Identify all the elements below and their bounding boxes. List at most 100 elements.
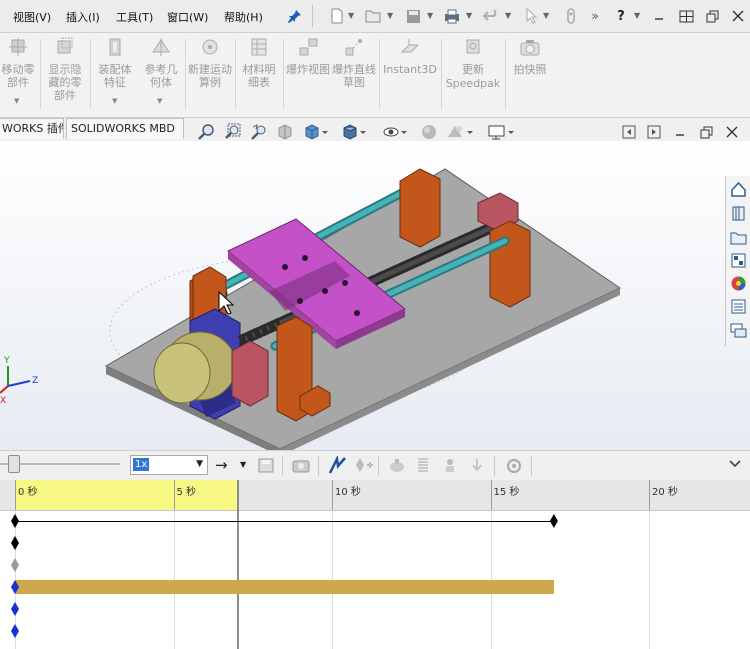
- reference-geometry-button[interactable]: 参考几何体: [140, 37, 182, 89]
- timeline-tick-label: 10 秒: [335, 487, 361, 498]
- motion-timeline[interactable]: 0 秒 5 秒 10 秒 15 秒 20 秒: [0, 480, 750, 649]
- playback-mode-icon[interactable]: →: [215, 456, 233, 474]
- triad-y-label: Y: [3, 356, 10, 366]
- new-document-icon[interactable]: [328, 7, 346, 25]
- explode-line-sketch-button[interactable]: 爆炸直线草图: [332, 37, 376, 89]
- gravity-icon[interactable]: [470, 457, 484, 477]
- divider: [40, 39, 41, 109]
- key-point[interactable]: [11, 558, 19, 572]
- restore-icon[interactable]: [703, 7, 721, 25]
- playback-speed-select[interactable]: 1x ▼: [130, 455, 208, 475]
- tab-solidworks-mbd[interactable]: SOLIDWORKS MBD: [66, 118, 184, 139]
- minimize-document-icon[interactable]: [671, 123, 689, 141]
- spring-icon[interactable]: [416, 457, 430, 477]
- undo-icon[interactable]: [482, 7, 500, 25]
- chevron-down-icon[interactable]: ▼: [427, 11, 433, 20]
- hide-show-items-icon[interactable]: [382, 123, 408, 141]
- current-time-bar[interactable]: [236, 480, 239, 649]
- open-document-icon[interactable]: [365, 7, 383, 25]
- chevron-down-icon[interactable]: ▼: [634, 11, 640, 20]
- select-icon[interactable]: [523, 7, 541, 25]
- chevron-down-icon[interactable]: ▼: [348, 11, 354, 20]
- menu-tools[interactable]: 工具(T): [116, 9, 153, 25]
- show-hidden-components-button[interactable]: 显示隐藏的零部件: [45, 37, 85, 102]
- rebuild-icon[interactable]: [562, 7, 580, 25]
- pin-icon[interactable]: [286, 7, 304, 25]
- display-style-icon[interactable]: [341, 123, 367, 141]
- chevron-down-icon[interactable]: ▼: [157, 97, 162, 105]
- view-settings-icon[interactable]: [487, 123, 515, 141]
- chevron-down-icon[interactable]: ▼: [14, 97, 19, 105]
- key-point[interactable]: [11, 536, 19, 550]
- overflow-menu[interactable]: »: [586, 7, 604, 25]
- update-speedpak-icon: [466, 39, 480, 54]
- contact-icon[interactable]: [443, 457, 457, 477]
- edit-appearance-icon[interactable]: [420, 123, 446, 141]
- key-point[interactable]: [549, 514, 558, 528]
- exploded-view-button[interactable]: 爆炸视图: [286, 37, 330, 76]
- bill-of-materials-button[interactable]: 材料明细表: [238, 37, 280, 89]
- zoom-to-fit-icon[interactable]: [198, 123, 216, 141]
- file-explorer-icon[interactable]: [729, 228, 748, 247]
- move-component-button[interactable]: 移动零部件: [0, 37, 36, 89]
- snapshot-label: 拍快照: [513, 63, 547, 76]
- previous-window-icon[interactable]: [620, 123, 638, 141]
- key-point[interactable]: [11, 602, 19, 616]
- forum-icon[interactable]: [729, 321, 748, 340]
- chevron-down-icon[interactable]: ▼: [543, 11, 549, 20]
- motor-icon[interactable]: [388, 457, 406, 477]
- update-speedpak-button[interactable]: 更新Speedpak: [444, 37, 502, 91]
- study-properties-icon[interactable]: [505, 457, 523, 478]
- section-view-icon[interactable]: [276, 123, 294, 141]
- instant3d-button[interactable]: Instant3D: [381, 37, 439, 76]
- assembly-features-button[interactable]: 装配体特征: [94, 37, 136, 89]
- menu-help[interactable]: 帮助(H): [224, 9, 263, 25]
- chevron-down-icon[interactable]: ▼: [240, 460, 246, 469]
- new-motion-study-button[interactable]: 新建运动算例: [188, 37, 232, 89]
- close-icon[interactable]: [729, 7, 747, 25]
- design-library-icon[interactable]: [729, 204, 748, 223]
- menu-window[interactable]: 窗口(W): [167, 9, 208, 25]
- print-icon[interactable]: [443, 7, 461, 25]
- collapse-panel-icon[interactable]: [729, 458, 741, 473]
- chevron-down-icon[interactable]: ▼: [112, 97, 117, 105]
- menu-view[interactable]: 视图(V): [13, 9, 51, 25]
- apply-scene-icon[interactable]: [446, 123, 474, 141]
- timeline-change-bar[interactable]: [15, 580, 554, 594]
- instant3d-icon: [400, 39, 420, 53]
- snapshot-button[interactable]: 拍快照: [508, 37, 552, 76]
- zoom-area-icon[interactable]: [224, 123, 242, 141]
- home-icon[interactable]: [729, 180, 748, 199]
- animation-wizard-icon[interactable]: [292, 457, 310, 477]
- add-key-icon[interactable]: [354, 457, 374, 477]
- menu-insert[interactable]: 插入(I): [66, 9, 100, 25]
- key-point[interactable]: [11, 624, 19, 638]
- playback-slider-thumb[interactable]: [8, 455, 20, 473]
- close-document-icon[interactable]: [723, 123, 741, 141]
- chevron-down-icon[interactable]: ▼: [505, 11, 511, 20]
- key-point[interactable]: [11, 514, 19, 528]
- appearances-icon[interactable]: [729, 274, 748, 293]
- view-orientation-icon[interactable]: [303, 123, 329, 141]
- save-icon[interactable]: [404, 7, 422, 25]
- chevron-down-icon[interactable]: ▼: [466, 11, 472, 20]
- graphics-area[interactable]: Y Z X: [0, 141, 750, 450]
- autokey-icon[interactable]: [328, 454, 348, 478]
- view-palette-icon[interactable]: [729, 251, 748, 270]
- save-animation-icon[interactable]: [258, 457, 276, 477]
- new-motion-study-label: 新建运动算例: [188, 63, 232, 89]
- motion-manager-toolbar: 1x ▼ → ▼: [0, 450, 750, 481]
- previous-view-icon[interactable]: [250, 123, 268, 141]
- help-icon[interactable]: ?: [612, 7, 630, 25]
- restore-document-icon[interactable]: [697, 123, 715, 141]
- minimize-icon[interactable]: [650, 7, 668, 25]
- tile-window-icon[interactable]: [677, 7, 695, 25]
- tab-solidworks-addins[interactable]: WORKS 插件: [0, 118, 64, 139]
- assembly-model[interactable]: Y Z X: [0, 141, 750, 450]
- divider: [318, 456, 319, 476]
- move-component-icon: [9, 38, 27, 56]
- next-window-icon[interactable]: [645, 123, 663, 141]
- chevron-down-icon[interactable]: ▼: [387, 11, 393, 20]
- custom-properties-icon[interactable]: [729, 297, 748, 316]
- divider: [379, 39, 380, 109]
